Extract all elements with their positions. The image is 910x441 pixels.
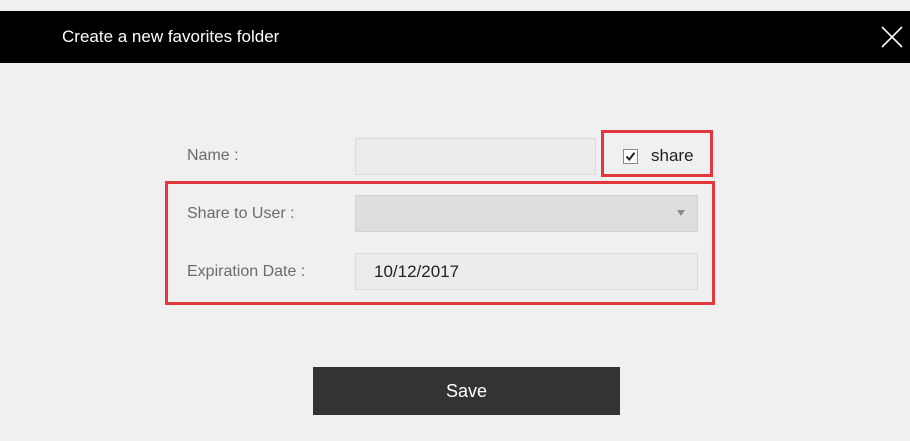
expiration-date-input[interactable]: 10/12/2017 — [355, 253, 698, 290]
dialog-titlebar: Create a new favorites folder — [0, 0, 910, 64]
checkmark-icon — [625, 152, 636, 162]
share-checkbox[interactable] — [623, 149, 638, 164]
close-icon[interactable] — [876, 21, 908, 53]
dialog-title: Create a new favorites folder — [62, 27, 280, 46]
expiration-date-label: Expiration Date : — [187, 263, 306, 280]
dropdown-arrow-icon — [677, 210, 685, 216]
share-label: share — [651, 146, 694, 165]
save-button[interactable]: Save — [313, 367, 620, 415]
share-checkbox-highlight: share — [601, 130, 713, 177]
name-input[interactable] — [355, 138, 596, 175]
favorites-folder-dialog: Create a new favorites folder Name : sha… — [0, 0, 910, 441]
name-label: Name : — [187, 147, 239, 164]
titlebar-background: Create a new favorites folder — [0, 11, 910, 63]
expiration-date-value: 10/12/2017 — [374, 262, 460, 281]
share-to-user-select[interactable] — [355, 195, 698, 232]
share-to-user-label: Share to User : — [187, 205, 295, 222]
